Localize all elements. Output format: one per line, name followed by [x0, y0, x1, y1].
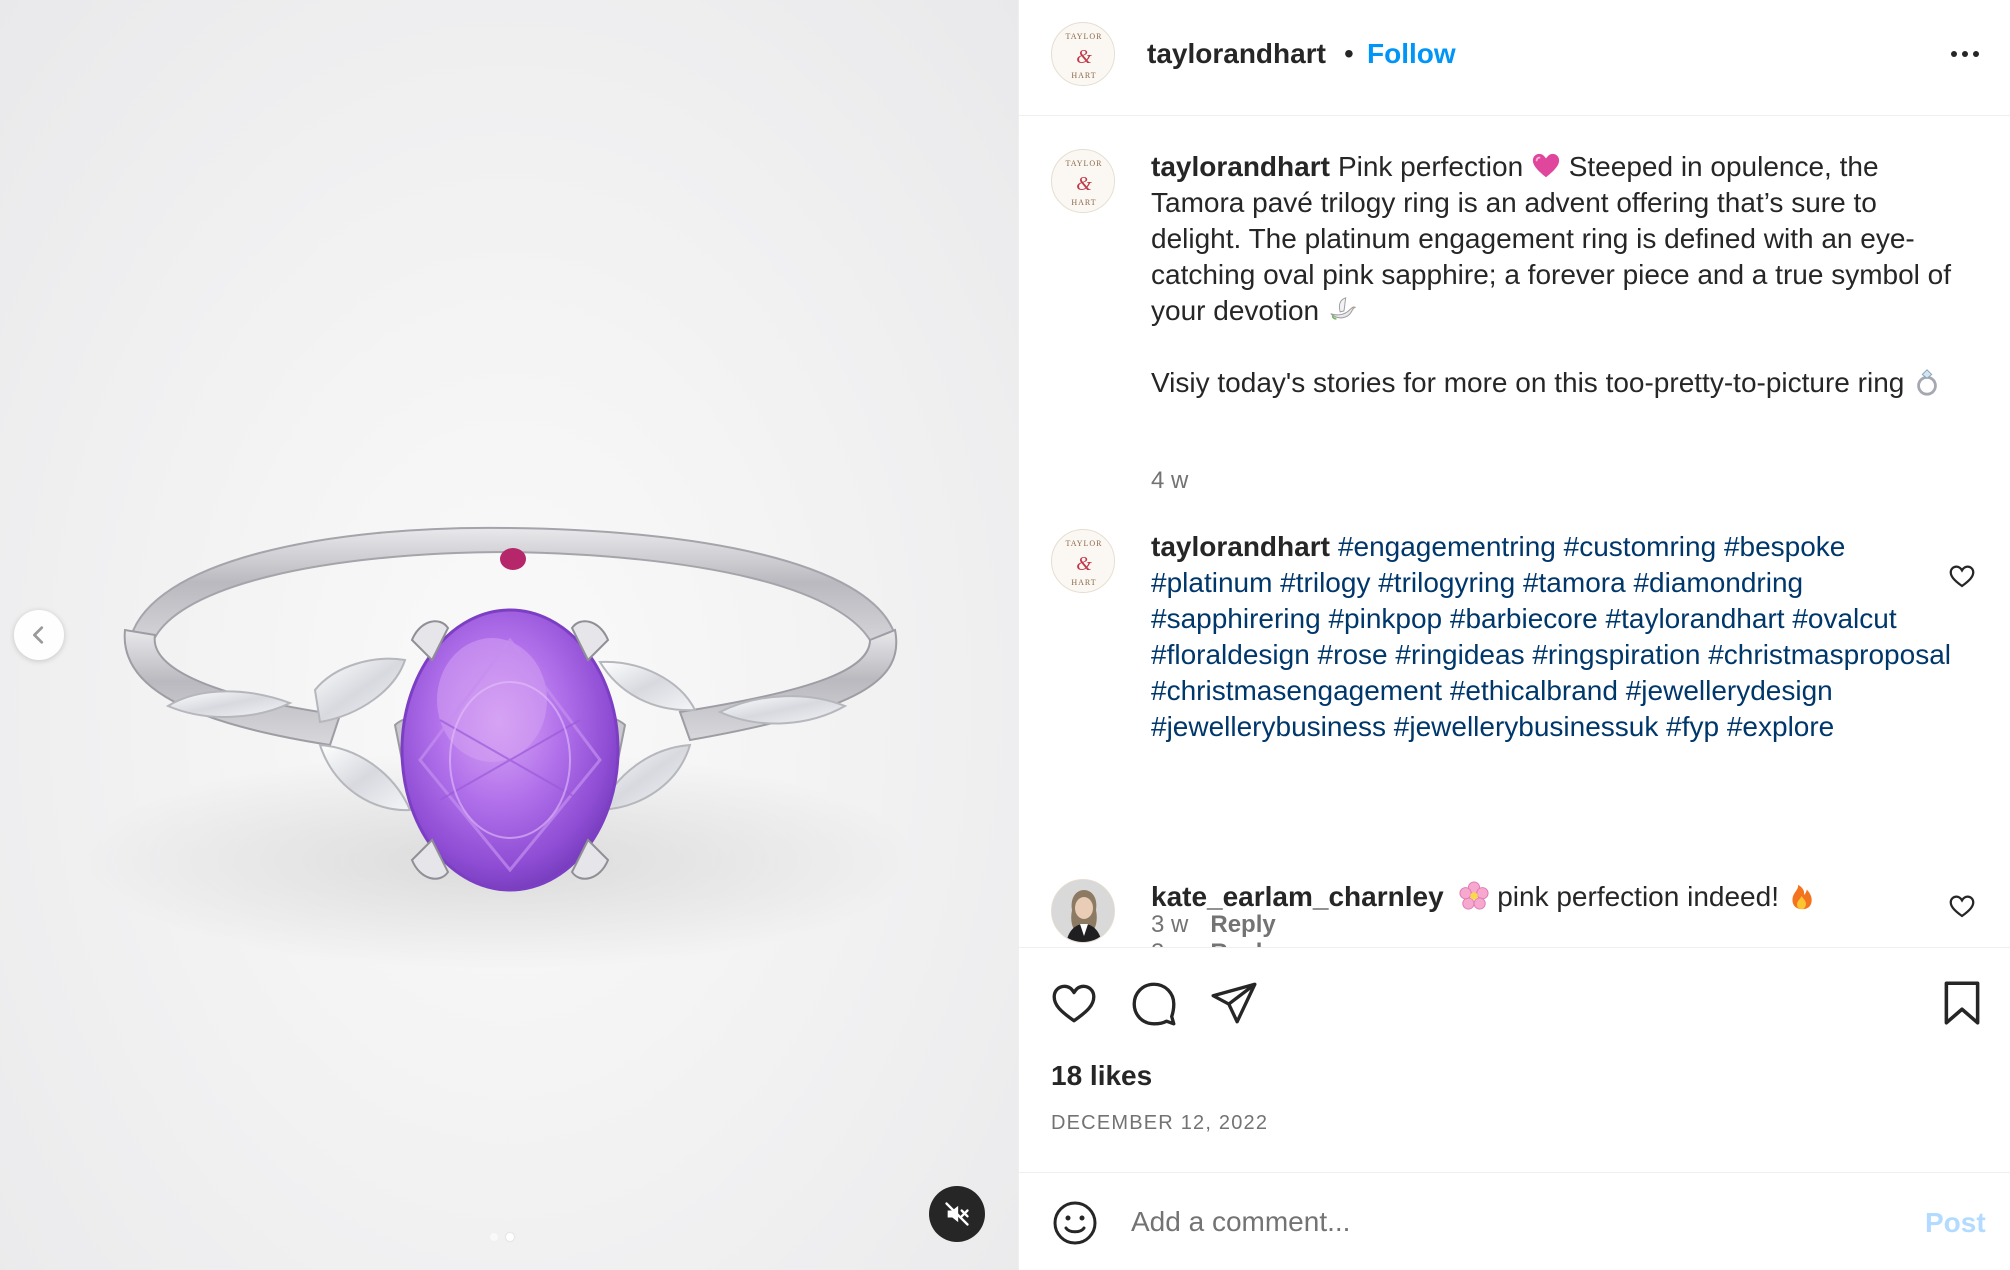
- carousel-indicator: [490, 1233, 514, 1241]
- post-actions: 18 likes DECEMBER 12, 2022: [1019, 947, 2010, 1172]
- post-comment-button[interactable]: Post: [1925, 1207, 1986, 1239]
- avatar[interactable]: TAYLOR & HART: [1051, 22, 1115, 86]
- caption-text-part3: Visiy today's stories for more on this t…: [1151, 367, 1905, 398]
- hashtag-list[interactable]: #engagementring #customring #bespoke #pl…: [1151, 531, 1951, 742]
- audio-toggle-button[interactable]: [929, 1186, 985, 1242]
- svg-text:HART: HART: [1071, 578, 1096, 587]
- comment-username[interactable]: kate_earlam_charnley: [1151, 881, 1444, 912]
- svg-text:TAYLOR: TAYLOR: [1065, 159, 1102, 168]
- header-username[interactable]: taylorandhart: [1147, 38, 1326, 70]
- svg-text:&: &: [1076, 46, 1092, 68]
- fire-icon: [1792, 884, 1812, 910]
- bookmark-icon[interactable]: [1937, 978, 1987, 1028]
- follow-button[interactable]: Follow: [1367, 38, 1456, 70]
- previous-media-button[interactable]: [14, 610, 64, 660]
- user-photo-icon: [1052, 880, 1114, 942]
- comment-input[interactable]: [1131, 1197, 1831, 1247]
- caption-meta: 4 w: [1151, 467, 1188, 495]
- reply-button[interactable]: Reply: [1210, 911, 1275, 939]
- heart-icon[interactable]: [1049, 978, 1099, 1028]
- comment-time[interactable]: 3 w: [1151, 939, 1188, 947]
- svg-text:&: &: [1076, 173, 1092, 195]
- smiley-icon[interactable]: [1051, 1199, 1099, 1247]
- pink-heart-icon: [1532, 153, 1560, 178]
- post-media[interactable]: [0, 0, 1018, 1270]
- comment-text-body: pink perfection indeed!: [1497, 881, 1779, 912]
- comments-list[interactable]: TAYLOR & HART taylorandhart Pink perfecti…: [1019, 117, 2010, 947]
- svg-text:HART: HART: [1071, 198, 1096, 207]
- carousel-dot: [490, 1233, 498, 1241]
- post-date: DECEMBER 12, 2022: [1051, 1112, 1269, 1134]
- carousel-dot-active: [506, 1233, 514, 1241]
- caption-text-part1: Pink perfection: [1337, 151, 1524, 182]
- comment-meta: 3 w Reply: [1151, 911, 1276, 939]
- taylor-hart-logo: TAYLOR & HART: [1053, 24, 1114, 85]
- taylor-hart-logo: TAYLOR & HART: [1053, 151, 1114, 212]
- ring-icon: [1917, 369, 1937, 396]
- dove-icon: [1330, 297, 1357, 320]
- svg-text:TAYLOR: TAYLOR: [1065, 539, 1102, 548]
- caption-text: taylorandhart Pink perfection Steeped in …: [1151, 149, 1951, 401]
- heart-icon[interactable]: [1947, 561, 1977, 591]
- avatar[interactable]: TAYLOR & HART: [1051, 149, 1115, 213]
- svg-text:TAYLOR: TAYLOR: [1065, 32, 1102, 41]
- avatar[interactable]: TAYLOR & HART: [1051, 529, 1115, 593]
- comment-text: kate_earlam_charnley pink perfection ind…: [1151, 879, 1951, 915]
- comment-meta: 3 w Reply: [1151, 939, 1276, 947]
- add-comment-bar: Post: [1019, 1172, 2010, 1270]
- svg-text:HART: HART: [1071, 71, 1096, 80]
- reply-button[interactable]: Reply: [1210, 939, 1275, 947]
- ring-photo: [80, 526, 920, 970]
- post-header: TAYLOR & HART taylorandhart • Follow: [1019, 0, 2010, 116]
- more-horizontal-icon[interactable]: [1941, 38, 1989, 70]
- comment-username[interactable]: taylorandhart: [1151, 531, 1330, 562]
- comment-text: taylorandhart #engagementring #customring…: [1151, 529, 1951, 745]
- caption-username[interactable]: taylorandhart: [1151, 151, 1330, 182]
- taylor-hart-logo: TAYLOR & HART: [1053, 531, 1114, 592]
- separator-dot: •: [1344, 38, 1354, 69]
- post-details-panel: TAYLOR & HART taylorandhart • Follow TAY…: [1018, 0, 2010, 1270]
- cherry-blossom-icon: [1459, 881, 1489, 910]
- avatar[interactable]: [1051, 879, 1115, 943]
- send-icon[interactable]: [1209, 978, 1259, 1028]
- comment-icon[interactable]: [1129, 978, 1179, 1028]
- caption-time[interactable]: 4 w: [1151, 467, 1188, 495]
- comment-time[interactable]: 3 w: [1151, 911, 1188, 939]
- svg-text:&: &: [1076, 553, 1092, 575]
- speaker-muted-icon: [945, 1202, 969, 1226]
- likes-count[interactable]: 18 likes: [1051, 1060, 1152, 1092]
- heart-icon[interactable]: [1947, 891, 1977, 921]
- chevron-left-icon: [33, 626, 44, 644]
